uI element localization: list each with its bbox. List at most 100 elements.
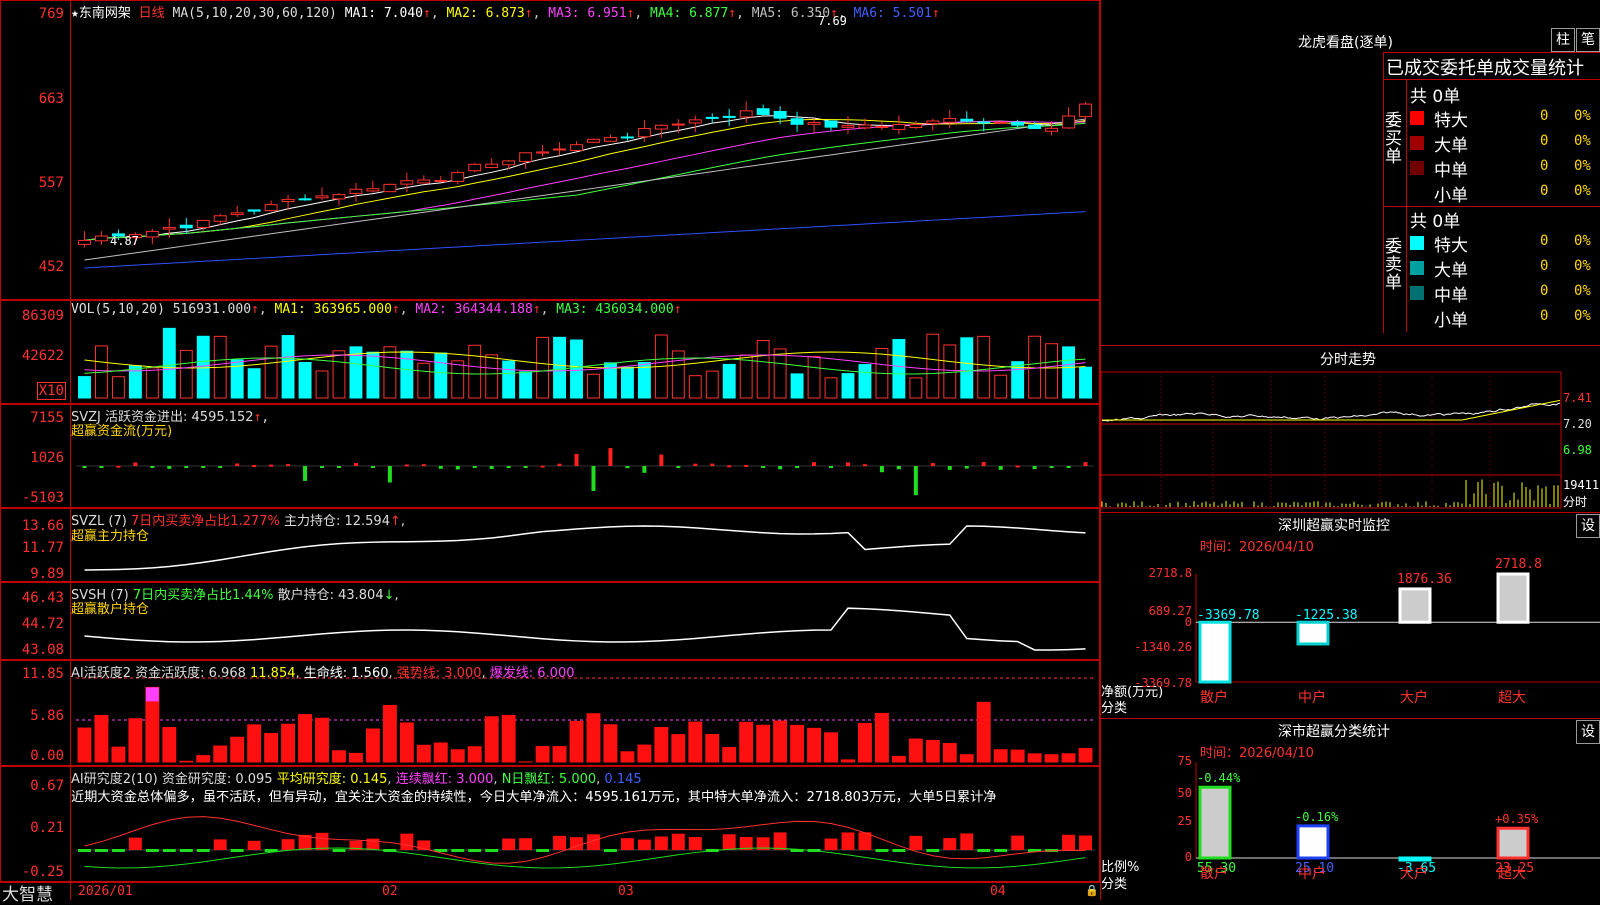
- intraday-axis-tick: 7.20: [1563, 417, 1592, 431]
- activity-bar: [706, 734, 719, 762]
- svzl-axis: 13.66 11.77 9.89: [0, 508, 68, 582]
- candle-body: [571, 145, 583, 151]
- trend-arrow: ↑: [251, 302, 259, 317]
- activity-bar: [892, 756, 905, 762]
- trend-arrow: ↑: [533, 302, 541, 317]
- research-bar: [231, 849, 244, 852]
- candle-body: [316, 196, 328, 198]
- order-count: 0: [1540, 183, 1548, 199]
- volume-bar: [537, 337, 549, 398]
- svzl-subtitle: 超赢主力持仓: [71, 525, 149, 544]
- bar-change-label: -0.44%: [1197, 771, 1240, 785]
- research-bar: [248, 841, 261, 850]
- research-line: [84, 817, 1085, 864]
- candle-body: [961, 119, 973, 121]
- volume-bar: [859, 365, 871, 398]
- research-bar: [112, 849, 125, 852]
- intraday-price-line: [1102, 403, 1560, 421]
- candle-body: [605, 138, 617, 142]
- ai-research-axis-tick: 0.21: [30, 820, 64, 836]
- activity-bar: [774, 721, 787, 762]
- volume-bar: [452, 361, 464, 398]
- candle-body: [248, 210, 260, 211]
- research-bar: [909, 836, 922, 850]
- size-color-swatch: [1410, 261, 1424, 275]
- fund-flow-bar: [914, 466, 918, 495]
- volume-axis-tick: 42622: [22, 348, 64, 364]
- activity-bar: [350, 753, 363, 762]
- fund-flow-bar: [659, 455, 663, 466]
- fund-flow-bar: [82, 466, 86, 468]
- activity-bar: [502, 715, 515, 762]
- candle-body: [1080, 104, 1092, 117]
- volume-bar: [825, 378, 837, 398]
- ai-research-axis-tick: -0.25: [22, 864, 64, 880]
- fund-flow-bar: [150, 466, 154, 468]
- activity-bar: [78, 728, 91, 762]
- bar-category-label: 大户: [1400, 863, 1428, 883]
- date-tick: 2026/01: [78, 884, 133, 899]
- chart-axis-tick: -1340.26: [1120, 640, 1192, 654]
- chart-axis-tick: 50: [1120, 786, 1192, 800]
- order-percent: 0%: [1574, 108, 1591, 124]
- sz-monitor-top-border: [1100, 512, 1600, 513]
- fund-flow-bar: [727, 465, 731, 467]
- lock-icon[interactable]: 🔒: [1085, 884, 1099, 897]
- date-axis: [0, 882, 1100, 901]
- research-bar: [485, 849, 498, 852]
- kline-axis: 769 663 557 452: [0, 0, 68, 300]
- date-tick: 03: [618, 884, 634, 899]
- activity-bar: [604, 725, 617, 762]
- volume-bar: [486, 355, 498, 398]
- volume-header: VOL(5,10,20) 516931.000↑, MA1: 363965.00…: [71, 302, 682, 317]
- tick-view-button[interactable]: 笔: [1576, 28, 1600, 52]
- intraday-unit: 分时: [1563, 493, 1587, 510]
- fund-flow-bar: [1033, 466, 1037, 469]
- indicator-value: AI研究度2(10) 资金研究度: 0.095: [71, 772, 273, 787]
- volume-bar: [503, 361, 515, 398]
- svsh-holding: 散户持仓: 43.804: [278, 588, 384, 603]
- volume-bar: [1046, 344, 1058, 398]
- svzl-axis-tick: 13.66: [22, 518, 64, 534]
- order-count: 0: [1540, 308, 1548, 324]
- stock-name: 东南网架: [79, 6, 131, 21]
- fund-flow-bar: [201, 466, 205, 468]
- kline-axis-tick: 557: [39, 175, 64, 191]
- sz-stats-settings-button[interactable]: 设: [1576, 720, 1600, 744]
- bar-view-button[interactable]: 柱: [1551, 28, 1575, 52]
- research-bar: [553, 836, 566, 850]
- lhkp-tabs[interactable]: 已成交委托单成交量统计: [1386, 54, 1600, 80]
- lhkp-divider: [1383, 79, 1600, 80]
- order-count: 0: [1540, 283, 1548, 299]
- volume-bar: [571, 340, 583, 398]
- volume-bar: [367, 352, 379, 398]
- order-percent: 0%: [1574, 158, 1591, 174]
- indicator-value: 生命线: 1.560: [304, 666, 389, 681]
- research-bar: [638, 840, 651, 850]
- research-bar: [400, 834, 413, 850]
- candle-body: [1046, 128, 1058, 131]
- favorite-star-icon[interactable]: ★: [71, 6, 79, 21]
- fund-flow-bar: [880, 466, 884, 472]
- intraday-axis-tick: 6.98: [1563, 443, 1592, 457]
- sz-monitor-settings-button[interactable]: 设: [1576, 514, 1600, 538]
- period-label[interactable]: 日线: [139, 6, 165, 21]
- activity-bar: [129, 719, 142, 762]
- intraday-axis-tick: 7.41: [1563, 391, 1592, 405]
- research-bar: [774, 832, 787, 850]
- candle-body: [723, 116, 735, 117]
- volume-bar: [520, 372, 532, 398]
- research-bar: [672, 834, 685, 850]
- bar-category-label: 超大: [1498, 687, 1526, 707]
- candle-body: [689, 120, 701, 123]
- candle-body: [740, 111, 752, 117]
- activity-bar: [909, 739, 922, 762]
- fund-flow-bar: [812, 462, 816, 466]
- volume-bar: [893, 340, 905, 398]
- volume-bar: [384, 347, 396, 398]
- order-count: 0: [1540, 158, 1548, 174]
- candle-body: [842, 126, 854, 128]
- size-color-swatch: [1410, 311, 1424, 325]
- research-bar: [943, 838, 956, 850]
- trend-arrow: ↑: [525, 6, 533, 21]
